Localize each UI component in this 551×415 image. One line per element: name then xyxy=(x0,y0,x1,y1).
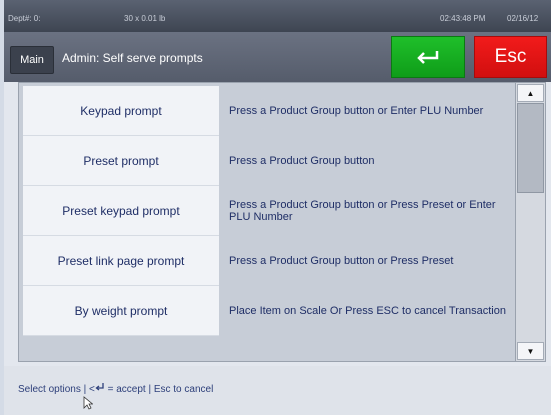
prompt-text: Press a Product Group button or Press Pr… xyxy=(229,199,496,223)
scroll-up-button[interactable]: ▲ xyxy=(517,84,544,102)
scroll-down-button[interactable]: ▼ xyxy=(517,342,544,360)
list-item[interactable]: Preset link page prompt Press a Product … xyxy=(23,236,514,286)
mouse-cursor-icon xyxy=(83,396,93,410)
prompt-button[interactable]: Preset link page prompt xyxy=(23,236,219,286)
triangle-down-icon: ▼ xyxy=(526,346,535,356)
prompt-list: Keypad prompt Press a Product Group butt… xyxy=(18,82,546,362)
list-item[interactable]: Preset prompt Press a Product Group butt… xyxy=(23,136,514,186)
esc-button[interactable]: Esc xyxy=(474,36,547,78)
scroll-thumb[interactable] xyxy=(517,103,544,193)
list-item[interactable]: Keypad prompt Press a Product Group butt… xyxy=(23,86,514,136)
prompt-button[interactable]: Preset keypad prompt xyxy=(23,186,219,236)
help-text-prefix: Select options | < xyxy=(18,384,95,395)
app-window: Dept#: 0: 30 x 0.01 lb 02:43:48 PM 02/16… xyxy=(4,0,551,415)
status-bar: Dept#: 0: 30 x 0.01 lb 02:43:48 PM 02/16… xyxy=(4,0,551,32)
help-text-suffix: = accept | Esc to cancel xyxy=(104,384,214,395)
scrollbar[interactable]: ▲ ▼ xyxy=(515,83,545,361)
accept-button[interactable] xyxy=(391,36,465,78)
triangle-up-icon: ▲ xyxy=(526,88,535,98)
prompt-button[interactable]: Keypad prompt xyxy=(23,86,219,136)
enter-arrow-icon xyxy=(417,51,439,64)
title-bar: Main Admin: Self serve prompts Esc xyxy=(4,32,551,82)
page-title: Admin: Self serve prompts xyxy=(62,51,203,65)
prompt-text: Place Item on Scale Or Press ESC to canc… xyxy=(229,305,506,317)
list-item[interactable]: Preset keypad prompt Press a Product Gro… xyxy=(23,186,514,236)
main-button[interactable]: Main xyxy=(10,46,54,74)
help-text: Select options | < = accept | Esc to can… xyxy=(18,383,213,395)
list-item[interactable]: By weight prompt Place Item on Scale Or … xyxy=(23,286,514,336)
prompt-button[interactable]: By weight prompt xyxy=(23,286,219,336)
date-readout: 02/16/12 xyxy=(507,14,539,23)
time-readout: 02:43:48 PM xyxy=(440,14,486,23)
prompt-button[interactable]: Preset prompt xyxy=(23,136,219,186)
prompt-text: Press a Product Group button or Enter PL… xyxy=(229,105,484,117)
weight-readout: 30 x 0.01 lb xyxy=(124,14,166,23)
enter-arrow-icon xyxy=(95,383,104,391)
prompt-text: Press a Product Group button or Press Pr… xyxy=(229,255,454,267)
dept-readout: Dept#: 0: xyxy=(8,14,41,23)
prompt-text: Press a Product Group button xyxy=(229,155,375,167)
